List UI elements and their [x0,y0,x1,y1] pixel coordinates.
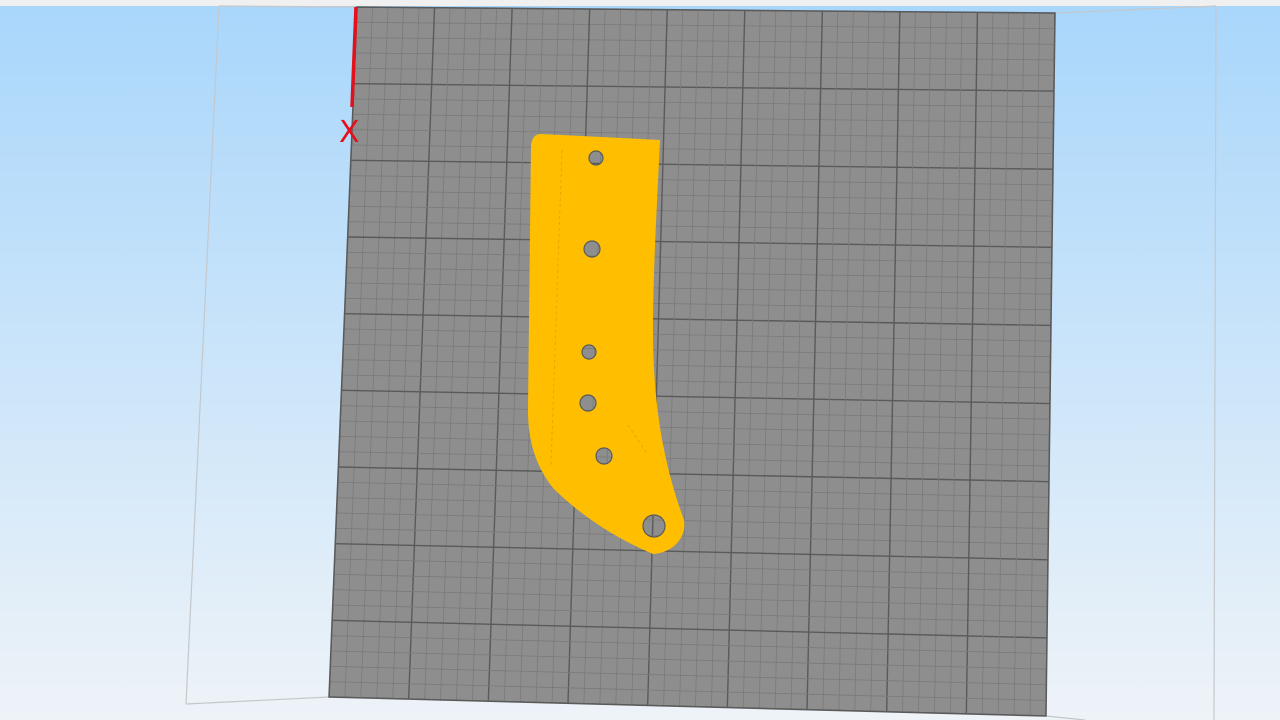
x-axis-label: X [339,115,360,150]
3d-viewport[interactable]: X [0,0,1280,720]
viewport-top-strip [0,0,1280,6]
scene-canvas[interactable]: X [0,0,1280,720]
